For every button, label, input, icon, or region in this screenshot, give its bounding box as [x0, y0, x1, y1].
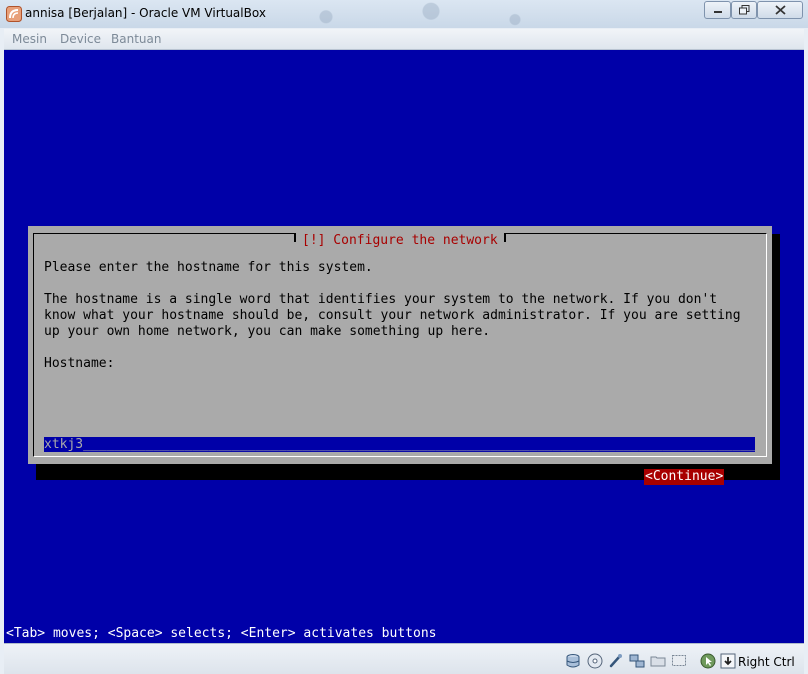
close-button[interactable] — [757, 1, 803, 19]
input-underscores: ________________________________________… — [83, 437, 755, 452]
window-titlebar[interactable]: annisa [Berjalan] - Oracle VM VirtualBox — [0, 0, 808, 28]
configure-network-dialog: [!] Configure the network Please enter t… — [28, 226, 772, 485]
menu-device[interactable]: Device — [60, 32, 101, 46]
dialog-title: [!] Configure the network — [294, 233, 506, 249]
description-line-3: up your own home network, you can make s… — [44, 324, 491, 339]
keyboard-capture-icon[interactable] — [720, 653, 736, 669]
go-back-button[interactable]: <Go Back> — [77, 469, 147, 485]
network-icon[interactable] — [629, 653, 645, 669]
virtualbox-icon — [6, 6, 22, 22]
status-bar: Right Ctrl — [4, 643, 804, 674]
hostname-input[interactable]: xtkj3___________________________________… — [44, 437, 755, 452]
usb-icon[interactable] — [608, 653, 624, 669]
continue-button[interactable]: <Continue> — [644, 469, 725, 485]
description-line-1: The hostname is a single word that ident… — [44, 292, 718, 307]
hard-disk-icon[interactable] — [565, 653, 581, 669]
mouse-integration-icon[interactable] — [700, 653, 716, 669]
description-line-2: know what your hostname should be, consu… — [44, 308, 741, 323]
menu-bantuan[interactable]: Bantuan — [111, 32, 161, 46]
keyboard-hint: <Tab> moves; <Space> selects; <Enter> ac… — [6, 626, 437, 641]
menu-mesin[interactable]: Mesin — [12, 32, 47, 46]
window-title: annisa [Berjalan] - Oracle VM VirtualBox — [25, 6, 266, 20]
restore-icon — [738, 5, 749, 15]
optical-drive-icon[interactable] — [587, 653, 603, 669]
restore-button[interactable] — [731, 1, 757, 19]
display-icon[interactable] — [671, 653, 687, 669]
hostname-label: Hostname: — [44, 356, 115, 371]
minimize-button[interactable] — [704, 1, 731, 19]
close-icon — [774, 5, 786, 15]
host-key-label: Right Ctrl — [738, 655, 795, 669]
hostname-value: xtkj3 — [44, 437, 84, 452]
shared-folders-icon[interactable] — [650, 653, 666, 669]
vm-screen[interactable]: [!] Configure the network Please enter t… — [4, 50, 804, 643]
minimize-icon — [713, 11, 722, 13]
hostname-prompt: Please enter the hostname for this syste… — [44, 260, 373, 275]
menu-bar: Mesin Device Bantuan — [4, 29, 804, 50]
